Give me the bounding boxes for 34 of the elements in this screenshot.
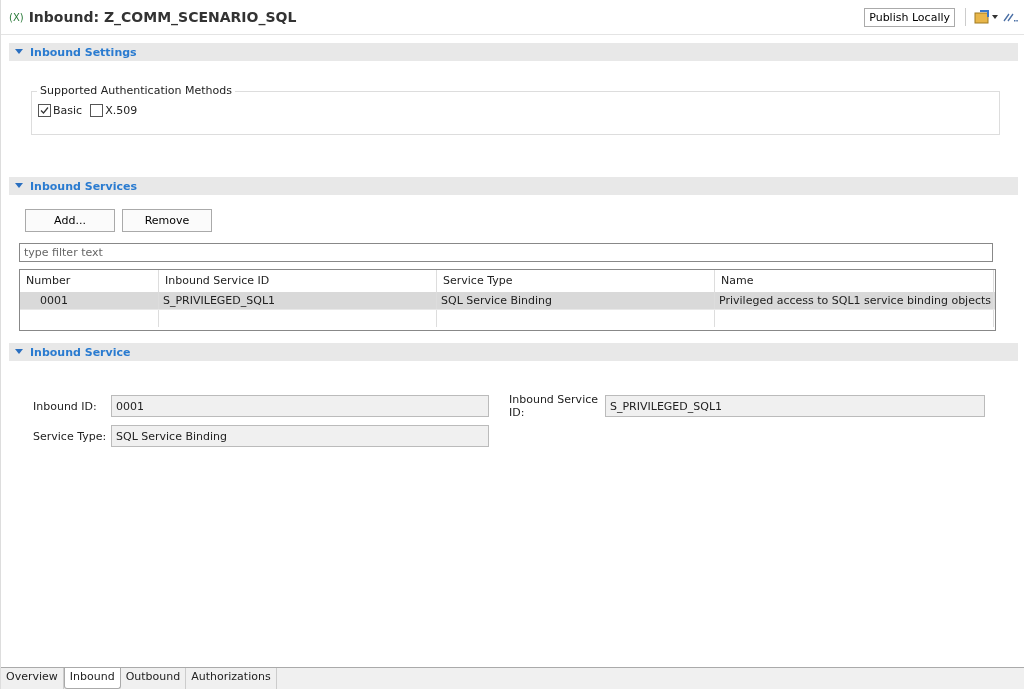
publish-locally-button[interactable]: Publish Locally xyxy=(864,7,955,27)
group-title: Supported Authentication Methods xyxy=(37,84,235,97)
table-cell: Privileged access to SQL1 service binding objects xyxy=(715,292,994,309)
editor-tab[interactable]: Overview xyxy=(1,668,64,689)
table-cell: 0001 xyxy=(20,292,159,309)
editor-tab[interactable]: Inbound xyxy=(63,668,121,689)
checkbox[interactable] xyxy=(90,104,104,117)
field-label: Service Type: xyxy=(33,429,108,443)
remove-button[interactable]: Remove xyxy=(122,209,212,232)
checkbox-label: X.509 xyxy=(105,104,138,117)
editor-title: Inbound: Z_COMM_SCENARIO_SQL xyxy=(28,9,297,25)
readonly-field[interactable]: 0001 xyxy=(111,395,489,417)
editor-tab[interactable]: Authorizations xyxy=(186,668,277,689)
table-cell: SQL Service Binding xyxy=(437,292,715,309)
field-label: Inbound ID: xyxy=(33,399,98,413)
checkbox[interactable] xyxy=(38,104,51,117)
checkbox-label: Basic xyxy=(53,104,83,117)
section-header[interactable]: Inbound Service xyxy=(9,343,1018,361)
table-cell: S_PRIVILEGED_SQL1 xyxy=(159,292,437,309)
editor-tab[interactable]: Outbound xyxy=(120,668,187,689)
expand-arrow-icon[interactable] xyxy=(15,183,23,189)
expand-arrow-icon[interactable] xyxy=(15,349,23,355)
variable-icon: (X) xyxy=(9,11,24,23)
more-icon[interactable] xyxy=(1002,11,1018,23)
readonly-field[interactable]: SQL Service Binding xyxy=(111,425,489,447)
table-row[interactable]: 0001 S_PRIVILEGED_SQL1 SQL Service Binding Privileged access to SQL1 service binding objects xyxy=(20,292,995,309)
section-header[interactable]: Inbound Services xyxy=(9,177,1018,195)
section-header[interactable]: Inbound Settings xyxy=(9,43,1018,61)
expand-arrow-icon[interactable] xyxy=(15,49,23,55)
add-button[interactable]: Add... xyxy=(25,209,115,232)
toolbar-dropdown-icon[interactable] xyxy=(974,9,1000,25)
filter-field[interactable]: type filter text xyxy=(19,243,993,262)
readonly-field[interactable]: S_PRIVILEGED_SQL1 xyxy=(605,395,985,417)
field-label: Inbound Service ID: xyxy=(508,393,599,419)
